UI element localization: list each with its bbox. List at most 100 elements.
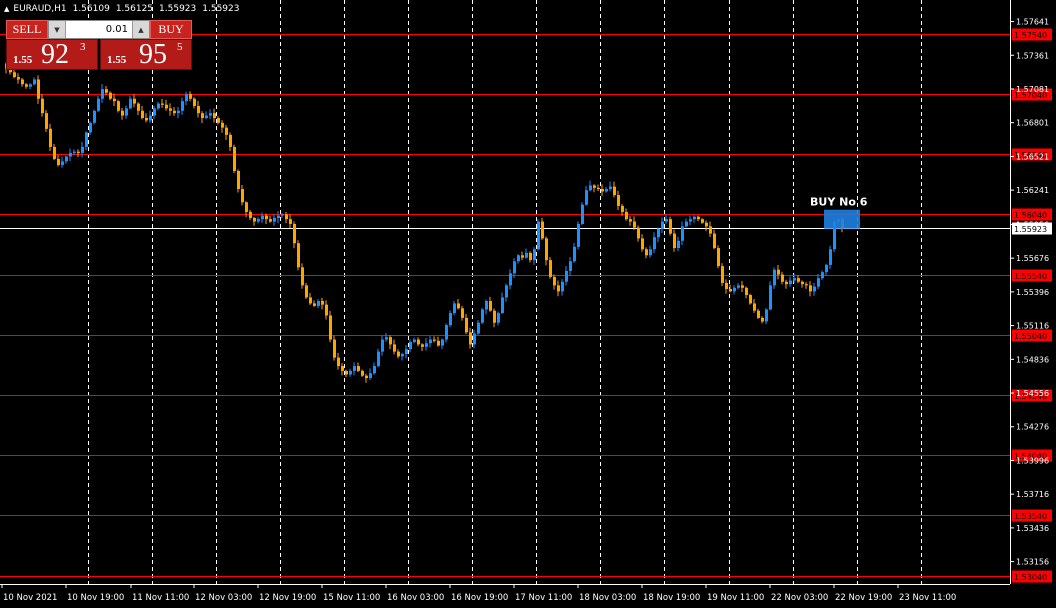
lot-size-stepper[interactable]: ▼ 0.01 ▲ — [48, 20, 150, 39]
candle-body — [237, 170, 240, 190]
candle-body — [753, 303, 756, 311]
candle-body — [205, 115, 208, 119]
candle-body — [373, 366, 376, 374]
candle-body — [125, 108, 128, 116]
candle-body — [309, 297, 312, 304]
candle-body — [261, 215, 264, 220]
candle-body — [817, 278, 820, 287]
bid-price-box[interactable]: 1.55 92 3 — [6, 39, 98, 70]
price-tick-label: 1.54556 — [1016, 389, 1049, 398]
candle-body — [29, 84, 32, 87]
price-tick-label: 1.56241 — [1016, 186, 1049, 195]
lot-size-value[interactable]: 0.01 — [66, 21, 132, 38]
candle-body — [521, 255, 524, 258]
candle-body — [801, 281, 804, 285]
candle-body — [449, 313, 452, 326]
candle-body — [313, 303, 316, 306]
candle-body — [209, 113, 212, 116]
collapse-triangle-icon[interactable]: ▲ — [4, 5, 9, 13]
candle-body — [273, 217, 276, 222]
candle-body — [785, 281, 788, 285]
candle-body — [197, 105, 200, 114]
candle-body — [341, 366, 344, 371]
candle-body — [669, 219, 672, 234]
candle-body — [813, 286, 816, 292]
price-tick-label: 1.53996 — [1016, 456, 1049, 465]
candle-body — [673, 233, 676, 249]
buy-button[interactable]: BUY — [150, 20, 192, 39]
candle-body — [501, 297, 504, 314]
candle-body — [513, 261, 516, 274]
candle-body — [597, 187, 600, 190]
candle-body — [361, 370, 364, 376]
candle-body — [549, 260, 552, 277]
candle-body — [413, 339, 416, 342]
level-price-label: 1.55040 — [1014, 332, 1047, 341]
candle-body — [345, 370, 348, 375]
candle-body — [705, 222, 708, 227]
candle-body — [461, 308, 464, 318]
candle-body — [721, 266, 724, 283]
candle-body — [585, 190, 588, 205]
increase-lot-icon[interactable]: ▲ — [132, 21, 149, 38]
candle-body — [265, 215, 268, 220]
candle-body — [577, 223, 580, 247]
candle-body — [153, 108, 156, 116]
candle-body — [221, 122, 224, 128]
ask-price-box[interactable]: 1.55 95 5 — [100, 39, 192, 70]
price-tick-label: 1.55396 — [1016, 288, 1049, 297]
candle-body — [505, 285, 508, 298]
time-tick-label: 19 Nov 11:00 — [707, 593, 764, 603]
candle-body — [385, 337, 388, 340]
candle-body — [169, 108, 172, 111]
candle-body — [193, 98, 196, 106]
candle-body — [729, 288, 732, 292]
price-chart[interactable]: BUY No 6 1.575401.570401.565401.560401.5… — [0, 0, 1056, 608]
time-tick-label: 12 Nov 03:00 — [195, 593, 252, 603]
candle-body — [765, 309, 768, 322]
candle-body — [525, 252, 528, 258]
candle-body — [85, 132, 88, 147]
candle-body — [225, 127, 228, 135]
candle-body — [77, 151, 80, 153]
candle-body — [281, 214, 284, 216]
candle-body — [357, 366, 360, 371]
candle-body — [629, 219, 632, 222]
level-price-label: 1.53040 — [1014, 573, 1047, 582]
candle-body — [601, 189, 604, 192]
candle-body — [573, 246, 576, 262]
candle-body — [693, 216, 696, 220]
decrease-lot-icon[interactable]: ▼ — [49, 21, 66, 38]
price-tick-label: 1.57641 — [1016, 18, 1049, 27]
candle-body — [561, 281, 564, 292]
candle-body — [121, 110, 124, 116]
candle-body — [725, 282, 728, 289]
candle-body — [285, 214, 288, 220]
candle-body — [581, 204, 584, 224]
level-price-label: 1.53540 — [1014, 512, 1047, 521]
sell-button[interactable]: SELL — [6, 20, 48, 39]
close-price: 1.55923 — [202, 4, 240, 14]
candle-body — [733, 287, 736, 292]
candle-body — [761, 317, 764, 322]
high-price: 1.56125 — [115, 4, 154, 14]
candle-body — [473, 333, 476, 345]
candle-body — [321, 301, 324, 305]
candle-body — [589, 185, 592, 191]
buy-marker-box[interactable] — [824, 209, 860, 229]
candle-body — [685, 221, 688, 227]
candle-body — [485, 301, 488, 310]
candle-body — [829, 249, 832, 265]
candle-body — [797, 278, 800, 282]
candle-body — [17, 77, 20, 80]
candle-body — [481, 309, 484, 323]
bid-price-pips: 92 — [41, 39, 69, 70]
candle-body — [297, 243, 300, 268]
candle-body — [33, 79, 36, 85]
candle-body — [165, 104, 168, 109]
candle-body — [409, 341, 412, 350]
candle-body — [417, 339, 420, 345]
level-price-label: 1.57540 — [1014, 31, 1047, 40]
candle-body — [257, 219, 260, 222]
candle-body — [181, 101, 184, 111]
